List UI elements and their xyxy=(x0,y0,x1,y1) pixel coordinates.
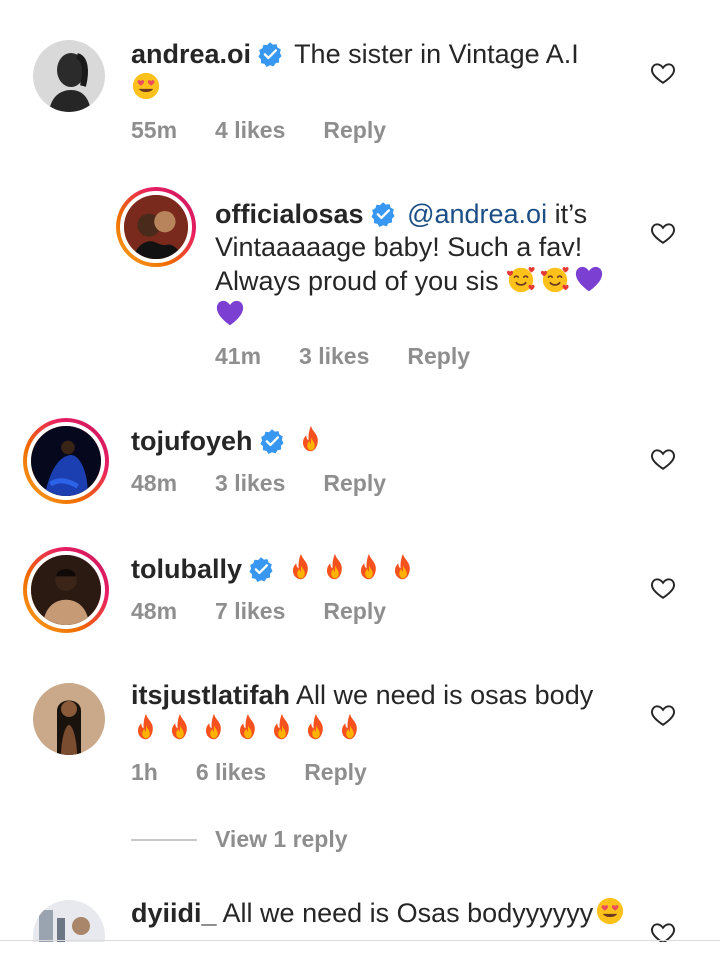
username[interactable]: tolubally xyxy=(131,554,242,584)
comment-time: 48m xyxy=(131,470,178,496)
avatar[interactable] xyxy=(116,187,196,267)
username[interactable]: itsjustlatifah xyxy=(131,680,290,710)
avatar[interactable] xyxy=(23,547,109,633)
comment-meta: 48m 7 likes Reply xyxy=(131,598,424,625)
avatar[interactable] xyxy=(23,418,109,504)
comment-meta: 48m 3 likes Reply xyxy=(131,470,424,497)
comment-dyiidi: dyiidi_ All we need is Osas bodyyyyyy xyxy=(0,880,720,942)
fire-emoji xyxy=(131,712,161,742)
username[interactable]: andrea.oi xyxy=(131,39,251,69)
comment-text-line3: Always proud of you sis xyxy=(215,266,499,296)
fire-emoji xyxy=(286,552,316,582)
fire-emoji xyxy=(354,552,384,582)
like-heart-icon[interactable] xyxy=(650,446,676,472)
smiling-hearts-emoji xyxy=(540,264,570,294)
fire-emoji xyxy=(320,552,350,582)
comment-time: 41m xyxy=(215,343,262,369)
fire-emoji xyxy=(335,712,365,742)
comment-body: tojufoyeh xyxy=(131,424,651,458)
comment-body: dyiidi_ All we need is Osas bodyyyyyy xyxy=(131,896,651,930)
likes-count[interactable]: 3 likes xyxy=(215,470,285,497)
reply-officialosas: officialosas @andrea.oi it’s Vintaaaaage… xyxy=(0,170,720,400)
fire-emoji xyxy=(388,552,418,582)
comment-text-line1: it’s xyxy=(554,199,588,229)
like-heart-icon[interactable] xyxy=(650,920,676,942)
comment-body: itsjustlatifah All we need is osas body xyxy=(131,679,651,746)
avatar[interactable] xyxy=(33,900,105,942)
like-heart-icon[interactable] xyxy=(650,220,676,246)
comment-meta: 1h 6 likes Reply xyxy=(131,759,405,786)
purple-heart-emoji xyxy=(574,264,604,294)
reply-button[interactable]: Reply xyxy=(304,759,367,786)
purple-heart-emoji xyxy=(215,298,245,328)
username[interactable]: dyiidi_ xyxy=(131,898,217,928)
fire-emoji xyxy=(301,712,331,742)
comment-text: All we need is osas body xyxy=(296,680,594,710)
view-replies-button[interactable]: View 1 reply xyxy=(131,826,348,853)
smiling-hearts-emoji xyxy=(506,264,536,294)
comment-text-line2: Vintaaaaage baby! Such a fav! xyxy=(215,232,583,262)
fire-emoji xyxy=(267,712,297,742)
heart-eyes-emoji xyxy=(131,71,161,101)
like-heart-icon[interactable] xyxy=(650,575,676,601)
likes-count[interactable]: 7 likes xyxy=(215,598,285,625)
username[interactable]: tojufoyeh xyxy=(131,426,253,456)
like-heart-icon[interactable] xyxy=(650,702,676,728)
reply-button[interactable]: Reply xyxy=(323,117,386,144)
avatar[interactable] xyxy=(33,683,105,755)
avatar[interactable] xyxy=(33,40,105,112)
comment-time: 55m xyxy=(131,117,178,143)
comment-body: andrea.oi The sister in Vintage A.I xyxy=(131,38,651,105)
heart-eyes-emoji xyxy=(595,896,625,926)
likes-count[interactable]: 3 likes xyxy=(299,343,369,370)
comment-time: 48m xyxy=(131,598,178,624)
reply-button[interactable]: Reply xyxy=(323,470,386,497)
likes-count[interactable]: 6 likes xyxy=(196,759,266,786)
comment-meta: 41m 3 likes Reply xyxy=(215,343,508,370)
comment-time: 1h xyxy=(131,759,158,785)
comment-tojufoyeh: tojufoyeh 48m 3 likes Reply xyxy=(0,400,720,530)
fire-emoji xyxy=(165,712,195,742)
likes-count[interactable]: 4 likes xyxy=(215,117,285,144)
view-replies-label: View 1 reply xyxy=(215,826,348,852)
comment-itsjustlatifah: itsjustlatifah All we need is osas body … xyxy=(0,660,720,810)
reply-button[interactable]: Reply xyxy=(323,598,386,625)
verified-badge-icon xyxy=(248,556,274,582)
verified-badge-icon xyxy=(257,41,283,67)
fire-emoji xyxy=(296,424,326,454)
mention-link[interactable]: @andrea.oi xyxy=(407,199,547,229)
comment-andrea-oi: andrea.oi The sister in Vintage A.I 55m 4… xyxy=(0,0,720,170)
fire-emoji xyxy=(233,712,263,742)
reply-button[interactable]: Reply xyxy=(407,343,470,370)
username[interactable]: officialosas xyxy=(215,199,364,229)
bottom-divider xyxy=(0,940,720,941)
comment-body: tolubally xyxy=(131,552,651,586)
comment-tolubally: tolubally 48m 7 likes Reply xyxy=(0,530,720,660)
verified-badge-icon xyxy=(259,428,285,454)
comment-meta: 55m 4 likes Reply xyxy=(131,117,424,144)
divider-line xyxy=(131,838,197,841)
like-heart-icon[interactable] xyxy=(650,60,676,86)
verified-badge-icon xyxy=(370,201,396,227)
comment-text: All we need is Osas bodyyyyyy xyxy=(222,898,594,928)
comment-body: officialosas @andrea.oi it’s Vintaaaaage… xyxy=(215,198,655,332)
fire-emoji xyxy=(199,712,229,742)
comment-text: The sister in Vintage A.I xyxy=(294,39,579,69)
